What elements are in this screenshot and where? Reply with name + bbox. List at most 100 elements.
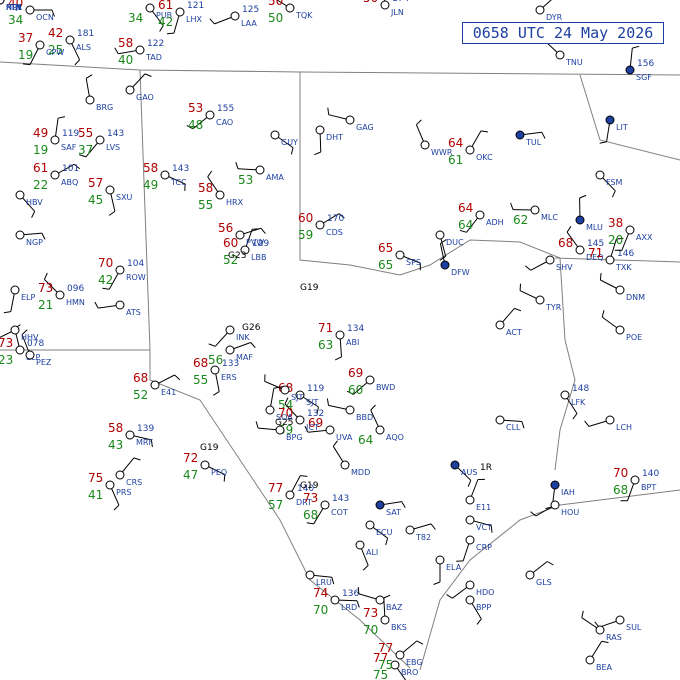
station-id-label: INK (236, 333, 250, 342)
pressure-label: 121 (187, 1, 204, 11)
sky-cover-clear-icon (225, 325, 235, 335)
wind-barb-feather (416, 640, 424, 645)
station-id-label: SXU (116, 193, 133, 202)
station-plot: 62 MLC (510, 202, 558, 227)
station-id-label: ROW (126, 273, 146, 282)
pressure-label: 122 (147, 39, 164, 49)
sky-cover-clear-icon (105, 185, 115, 195)
wind-barb-feather (433, 581, 441, 585)
sky-cover-clear-icon (465, 580, 475, 590)
sky-cover-clear-icon (340, 460, 350, 470)
station-id-label: POE (626, 333, 642, 342)
wind-barb-feather (581, 610, 584, 618)
sky-cover-clear-icon (575, 245, 585, 255)
state-border-line (299, 72, 561, 276)
dewpoint-label: 56 (208, 353, 223, 367)
station-plot: LCH (584, 415, 632, 432)
wind-barb-feather (370, 404, 376, 411)
sky-cover-clear-icon (65, 35, 75, 45)
wind-barb-feather (3, 311, 11, 314)
station-plot: 73 21 096 HMN (38, 272, 85, 312)
dewpoint-label: 70 (363, 623, 378, 637)
dewpoint-label: 40 (118, 53, 133, 67)
station-id-label: IAH (561, 488, 575, 497)
sky-cover-clear-icon (475, 210, 485, 220)
state-border-line (579, 74, 680, 161)
pressure-label: 134 (347, 324, 364, 334)
sky-cover-clear-icon (0, 0, 5, 5)
wind-barb-feather (300, 475, 308, 477)
pressure-label: 143 (332, 494, 349, 504)
sky-cover-clear-icon (615, 615, 625, 625)
sky-cover-clear-icon (605, 255, 615, 265)
marker-label: 1R (480, 463, 492, 473)
wind-barb-feather (599, 141, 607, 144)
wind-barb-feather (250, 342, 256, 349)
dewpoint-label: 55 (193, 373, 208, 387)
station-id-label: DUC (446, 238, 464, 247)
sky-cover-clear-icon (105, 480, 115, 490)
station-id-label: SPS (406, 258, 421, 267)
station-id-label: BAZ (386, 603, 403, 612)
station-plot: 64 AQO (358, 404, 404, 447)
station-plot: BRG (85, 74, 113, 112)
sky-cover-clear-icon (465, 595, 475, 605)
wind-barb-feather (430, 523, 436, 530)
station-plot: GAG (327, 107, 374, 132)
wind-barb-feather (579, 194, 587, 199)
sky-cover-overcast-icon (550, 480, 560, 490)
sky-cover-clear-icon (605, 415, 615, 425)
station-plot: 65 65 SPS (378, 241, 421, 272)
dewpoint-label: 62 (513, 213, 528, 227)
station-id-label: TAD (145, 53, 162, 62)
sky-cover-clear-icon (395, 650, 405, 660)
station-id-label: PVW (246, 238, 264, 247)
station-plot: 125 LAA (209, 5, 259, 28)
dewpoint-label: 55 (198, 198, 213, 212)
sky-cover-clear-icon (115, 300, 125, 310)
sky-cover-clear-icon (215, 190, 225, 200)
station-plot: IAH (545, 480, 575, 510)
sky-cover-clear-icon (560, 390, 570, 400)
dewpoint-label: 49 (143, 178, 158, 192)
dewpoint-label: 34 (8, 13, 23, 27)
pressure-label: 119 (62, 129, 79, 139)
station-id-label: BEA (596, 663, 613, 672)
wind-barb-feather (547, 561, 554, 566)
station-id-label: ELP (21, 293, 36, 302)
dewpoint-label: 22 (33, 178, 48, 192)
station-id-label: DHT (326, 133, 343, 142)
station-plot: 55 37 143 LVS (78, 126, 124, 158)
station-plot: 71 63 134 ABI (318, 321, 364, 361)
station-id-label: PRS (116, 488, 131, 497)
station-id-label: TNU (565, 58, 583, 67)
sky-cover-clear-icon (115, 265, 125, 275)
pressure-label: 133 (222, 359, 239, 369)
wind-barb-feather (521, 421, 525, 429)
station-id-label: ECU (376, 528, 393, 537)
wind-barb-feather (385, 538, 389, 546)
dewpoint-label: 48 (188, 118, 203, 132)
dewpoint-label: 37 (78, 143, 93, 157)
sky-cover-clear-icon (85, 95, 95, 105)
pressure-label: 125 (242, 5, 259, 15)
temperature-label: 58 (198, 181, 213, 195)
wind-barb-feather (144, 73, 152, 77)
station-plot: 69 60 BWD (346, 366, 395, 397)
station-id-label: CAO (216, 118, 233, 127)
sky-cover-clear-icon (235, 230, 245, 240)
station-id-label: SJT (291, 393, 303, 402)
station-plot: 53 48 155 CAO (186, 101, 234, 132)
dewpoint-label: 42 (98, 273, 113, 287)
station-id-label: BWD (376, 383, 395, 392)
state-border-line (299, 71, 680, 76)
sky-cover-clear-icon (435, 555, 445, 565)
wind-barb-feather (108, 210, 116, 216)
station-id-label: CPW (46, 48, 64, 57)
station-id-label: NGP (26, 238, 43, 247)
temperature-label: 73 (303, 491, 318, 505)
sky-cover-clear-icon (355, 540, 365, 550)
sky-cover-clear-icon (15, 230, 25, 240)
station-plot: 4225181ALS (48, 26, 94, 66)
temperature-label: 49 (33, 126, 48, 140)
